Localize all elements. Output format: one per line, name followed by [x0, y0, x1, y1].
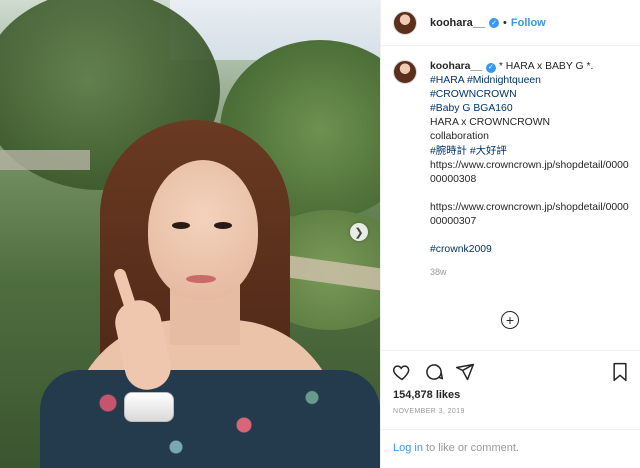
comment-icon[interactable] — [423, 361, 445, 383]
action-row — [391, 361, 631, 383]
avatar[interactable] — [393, 10, 417, 35]
post-photo[interactable]: ❯ — [0, 0, 380, 468]
caption-text-line: HARA x CROWNCROWN — [430, 117, 551, 129]
photo-dress — [40, 370, 380, 468]
caption-block: koohara__ ✓ * HARA x BABY G *. #HARA #Mid… — [393, 60, 632, 279]
caption-lines: #HARA #Midnightqueen #CROWNCROWN #Baby G B… — [430, 74, 630, 257]
header-separator: • — [503, 16, 507, 29]
heart-icon[interactable] — [391, 361, 413, 383]
plus-circle-icon[interactable]: + — [501, 311, 519, 329]
header-username[interactable]: koohara__ — [430, 17, 485, 29]
avatar[interactable] — [393, 60, 417, 84]
caption-text: koohara__ ✓ * HARA x BABY G *. #HARA #Mid… — [430, 60, 630, 279]
caption-hashtag-line[interactable]: #CROWNCROWN — [430, 88, 630, 102]
chevron-right-icon[interactable]: ❯ — [350, 223, 368, 241]
caption-text-line[interactable]: https://www.crowncrown.jp/shopdetail/000… — [430, 201, 630, 229]
caption-hashtag-line[interactable]: #Baby G BGA160 — [430, 102, 630, 116]
post-date[interactable]: NOVEMBER 3, 2019 — [393, 408, 465, 415]
photo-lips — [186, 275, 216, 283]
photo-eye — [172, 222, 190, 229]
login-link[interactable]: Log in — [393, 442, 423, 454]
photo-watch — [124, 392, 174, 422]
caption-username[interactable]: koohara__ — [430, 61, 482, 72]
post-header: koohara__ ✓ • Follow — [381, 0, 640, 46]
verified-badge-icon: ✓ — [485, 63, 496, 74]
caption-hashtag-line[interactable]: #腕時計 #大好評 — [430, 145, 630, 159]
login-prompt-text: to like or comment. — [422, 442, 519, 454]
caption-text-line[interactable]: https://www.crowncrown.jp/shopdetail/000… — [430, 159, 630, 187]
follow-button[interactable]: Follow — [511, 17, 546, 29]
share-icon[interactable] — [454, 361, 476, 383]
caption-hashtag-line[interactable]: #crownk2009 — [430, 243, 630, 257]
caption-text-line: collaboration — [430, 131, 489, 143]
action-section: 154,878 likes NOVEMBER 3, 2019 Log in to… — [381, 350, 640, 468]
verified-badge-icon: ✓ — [489, 17, 500, 28]
photo-eye — [214, 222, 232, 229]
caption-title: * HARA x BABY G *. — [495, 61, 594, 72]
caption-hashtag-line[interactable]: #HARA #Midnightqueen — [430, 74, 630, 88]
bookmark-icon[interactable] — [609, 361, 631, 383]
post-age[interactable]: 38w — [430, 265, 630, 279]
post-panel: koohara__ ✓ • Follow koohara__ ✓ * HARA x… — [380, 0, 640, 468]
photo-road — [0, 150, 90, 170]
login-prompt: Log in to like or comment. — [381, 429, 640, 468]
likes-count[interactable]: 154,878 likes — [393, 389, 460, 401]
